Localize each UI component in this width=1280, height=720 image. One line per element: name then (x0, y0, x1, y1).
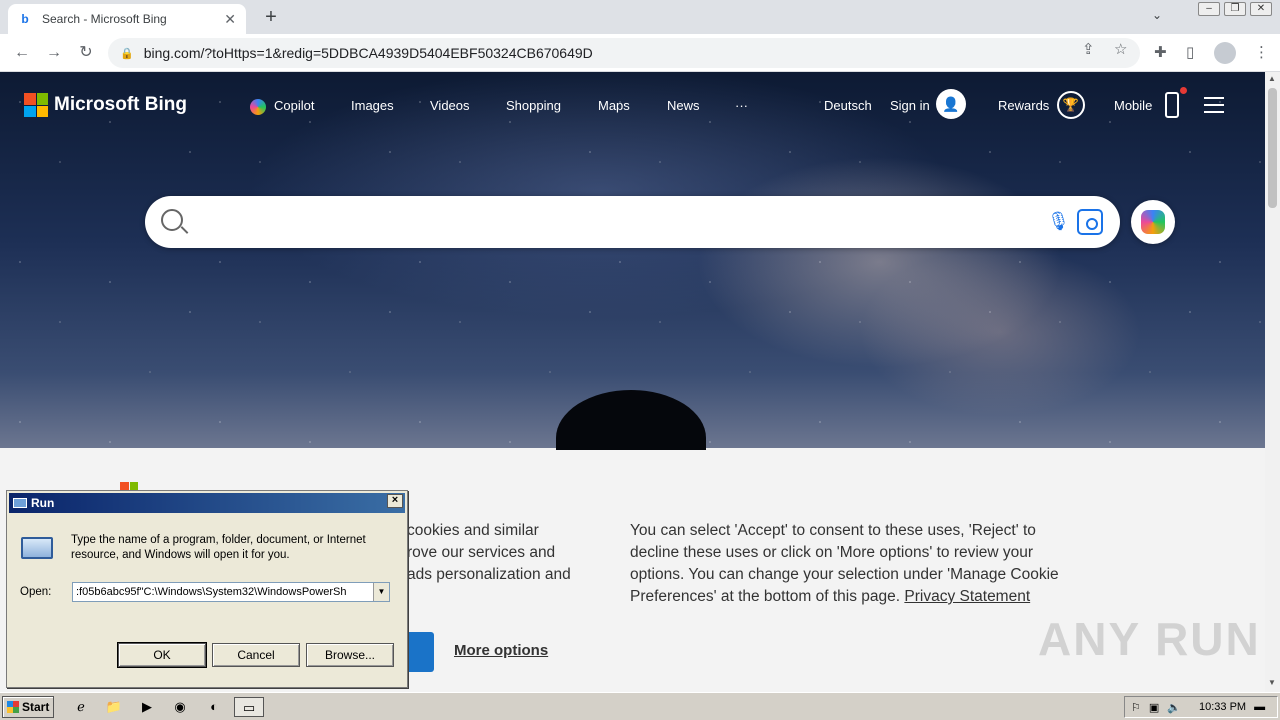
media-player-icon[interactable]: ▶ (136, 697, 158, 717)
nav-videos[interactable]: Videos (430, 98, 506, 115)
combobox-dropdown-icon[interactable]: ▼ (373, 583, 389, 601)
extensions-icon[interactable]: ✚ (1154, 43, 1167, 61)
browser-tab-bar: b Search - Microsoft Bing ✕ + ⌄ – ❐ ✕ (0, 0, 1280, 34)
run-program-icon (21, 537, 53, 559)
mobile-link[interactable]: Mobile (1114, 98, 1152, 113)
tab-search-chevron-icon[interactable]: ⌄ (1152, 8, 1162, 22)
share-icon[interactable]: ⇪ (1082, 40, 1095, 58)
lock-icon: 🔒 (120, 47, 134, 60)
back-icon[interactable]: ← (12, 43, 32, 63)
close-window-icon[interactable]: ✕ (1250, 2, 1272, 16)
consent-text-right: You can select 'Accept' to consent to th… (630, 522, 1059, 605)
windows-taskbar: Start ℯ 📁 ▶ ◉ ◐ ▭ ⚐ ▣ 🔈 10:33 PM ▬ (0, 692, 1280, 720)
search-icon[interactable] (161, 209, 183, 231)
bing-logo[interactable]: Microsoft Bing (24, 93, 187, 117)
notification-dot (1180, 87, 1187, 94)
copilot-logo-icon (1141, 210, 1165, 234)
menu-kebab-icon[interactable]: ⋮ (1254, 43, 1269, 61)
close-tab-icon[interactable]: ✕ (224, 11, 236, 28)
anyrun-watermark: ANY RUN (1038, 613, 1261, 665)
profile-avatar-icon[interactable] (1214, 42, 1236, 64)
nav-maps[interactable]: Maps (598, 98, 667, 115)
visual-search-icon[interactable] (1077, 209, 1103, 235)
nav-more[interactable]: ··· (735, 98, 765, 115)
user-avatar-icon[interactable]: 👤 (936, 89, 966, 119)
window-controls: – ❐ ✕ (1198, 2, 1272, 16)
run-close-button[interactable]: × (387, 494, 403, 508)
volume-icon[interactable]: 🔈 (1167, 701, 1181, 714)
open-combobox[interactable]: :f05b6abc95f"C:\Windows\System32\Windows… (72, 582, 390, 602)
nav-news[interactable]: News (667, 98, 735, 115)
tab-title: Search - Microsoft Bing (42, 12, 167, 26)
clock[interactable]: 10:33 PM (1199, 701, 1246, 713)
windows-flag-icon (7, 701, 19, 713)
copilot-button[interactable] (1131, 200, 1175, 244)
run-taskbar-button[interactable]: ▭ (234, 697, 264, 717)
show-desktop-icon[interactable]: ▬ (1254, 701, 1265, 713)
nav-images[interactable]: Images (351, 98, 430, 115)
microphone-icon[interactable]: 🎙 (1047, 211, 1070, 232)
network-icon[interactable]: ▣ (1149, 701, 1159, 714)
privacy-statement-link[interactable]: Privacy Statement (904, 588, 1030, 605)
top-nav: Copilot Images Videos Shopping Maps News… (250, 98, 765, 115)
browse-button[interactable]: Browse... (306, 643, 394, 667)
hamburger-menu-icon[interactable] (1204, 97, 1224, 113)
reload-icon[interactable]: ↻ (76, 43, 96, 63)
sign-in-link[interactable]: Sign in (890, 98, 930, 113)
page-scrollbar[interactable]: ▲ ▼ (1265, 72, 1280, 692)
copilot-icon (250, 98, 266, 115)
phone-icon[interactable] (1165, 92, 1179, 118)
run-title-bar[interactable]: Run (9, 493, 405, 513)
run-title-icon (13, 498, 27, 508)
url-text: bing.com/?toHttps=1&redig=5DDBCA4939D540… (143, 45, 593, 61)
flag-icon[interactable]: ⚐ (1131, 701, 1141, 714)
explorer-folder-icon[interactable]: 📁 (103, 697, 125, 717)
forward-icon[interactable]: → (44, 43, 64, 63)
address-bar[interactable]: 🔒 bing.com/?toHttps=1&redig=5DDBCA4939D5… (108, 38, 1140, 68)
hero-background (0, 72, 1265, 450)
search-input[interactable] (195, 204, 1025, 240)
microsoft-logo-icon (24, 93, 48, 117)
consent-text-left: cookies and similar rove our services an… (407, 522, 571, 583)
scroll-down-icon[interactable]: ▼ (1268, 678, 1276, 687)
run-dialog: Run × Type the name of a program, folder… (6, 490, 408, 688)
more-options-link[interactable]: More options (454, 642, 548, 659)
browser-tab[interactable]: b Search - Microsoft Bing ✕ (8, 4, 246, 34)
ok-button[interactable]: OK (117, 642, 207, 668)
search-favicon-icon: b (21, 12, 29, 26)
scroll-thumb[interactable] (1268, 88, 1277, 208)
chrome-icon[interactable]: ◉ (169, 697, 191, 717)
minimize-icon[interactable]: – (1198, 2, 1220, 16)
language-link[interactable]: Deutsch (824, 98, 872, 113)
edge-icon[interactable]: ◐ (203, 697, 225, 717)
new-tab-button[interactable]: + (260, 6, 282, 28)
restore-icon[interactable]: ❐ (1224, 2, 1246, 16)
nav-shopping[interactable]: Shopping (506, 98, 598, 115)
open-value: :f05b6abc95f"C:\Windows\System32\Windows… (76, 586, 347, 598)
run-description: Type the name of a program, folder, docu… (71, 534, 366, 561)
side-panel-icon[interactable]: ▯ (1186, 43, 1194, 61)
rewards-link[interactable]: Rewards (998, 98, 1049, 113)
system-tray: ⚐ ▣ 🔈 10:33 PM ▬ (1124, 696, 1278, 718)
browser-toolbar: ← → ↻ 🔒 bing.com/?toHttps=1&redig=5DDBCA… (0, 34, 1280, 72)
search-box: 🎙 (145, 196, 1120, 248)
bookmark-star-icon[interactable]: ☆ (1114, 40, 1127, 58)
start-button[interactable]: Start (2, 696, 54, 718)
nav-copilot[interactable]: Copilot (250, 98, 351, 115)
cancel-button[interactable]: Cancel (212, 643, 300, 667)
rewards-trophy-icon[interactable]: 🏆 (1057, 91, 1085, 119)
ie-icon[interactable]: ℯ (70, 697, 92, 717)
scroll-up-icon[interactable]: ▲ (1268, 74, 1276, 83)
logo-text: Microsoft Bing (54, 94, 187, 115)
open-label: Open: (20, 586, 52, 598)
